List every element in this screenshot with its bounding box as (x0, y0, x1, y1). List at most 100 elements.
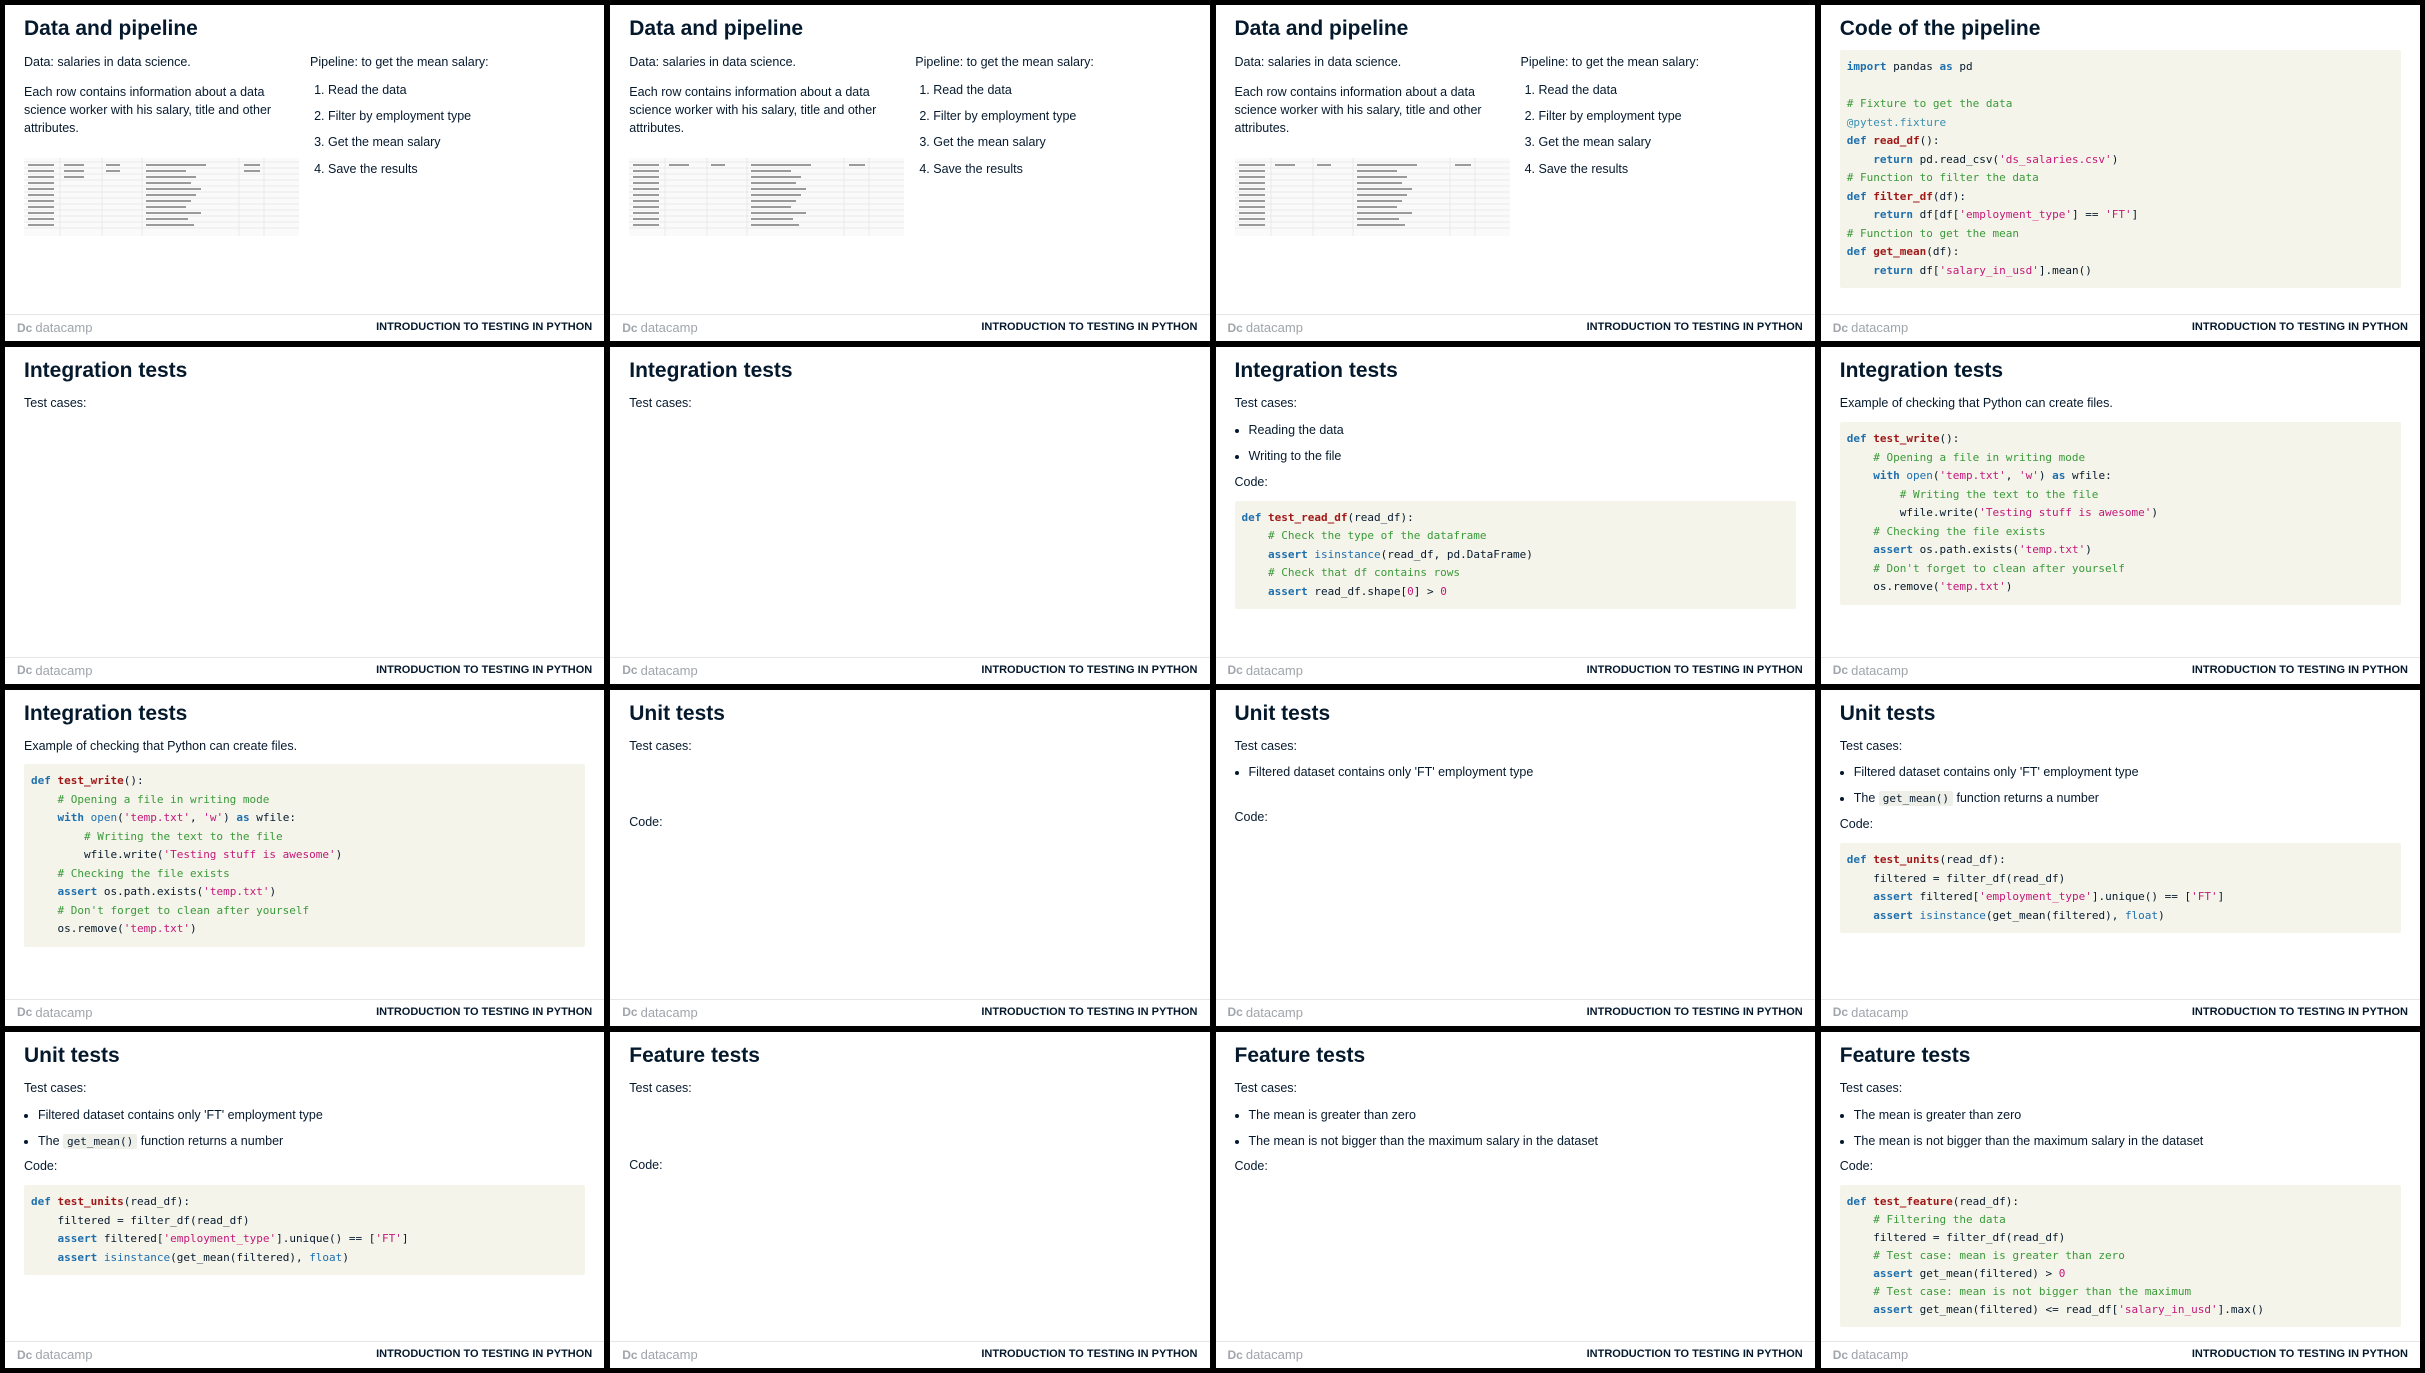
slide-integration-3[interactable]: Integration tests Test cases: Reading th… (1215, 347, 1815, 684)
slide-footer: Dc datacamp INTRODUCTION TO TESTING IN PYT… (1215, 1341, 1815, 1368)
pipeline-steps: Pipeline: to get the mean salary: Read t… (1521, 53, 1801, 186)
slide-integration-4[interactable]: Integration tests Example of checking th… (1820, 347, 2420, 684)
slide-title: Integration tests (1839, 359, 2004, 383)
test-case-item: The get_mean() function returns a number (38, 1133, 585, 1150)
data-table-thumbnail (1234, 157, 1510, 236)
pipeline-code-block: import pandas as pd # Fixture to get the… (1839, 50, 2401, 288)
datacamp-logo: Dc datacamp (622, 320, 698, 336)
slide-data-pipeline-2[interactable]: Data and pipeline Data: salaries in data… (610, 5, 1210, 342)
slide-footer: Dc datacamp INTRODUCTION TO TESTING IN PYT… (5, 1341, 605, 1368)
write-test-code: def test_write(): # Opening a file in wr… (24, 764, 586, 947)
slide-feature-3[interactable]: Feature tests Test cases: The mean is gr… (1820, 1031, 2420, 1368)
course-title: INTRODUCTION TO TESTING IN PYTHON (1586, 321, 1803, 334)
slide-unit-2[interactable]: Unit tests Test cases: Filtered dataset … (1215, 689, 1815, 1026)
test-case-item: Filtered dataset contains only 'FT' empl… (1854, 764, 2401, 781)
test-cases-label: Test cases: (1234, 396, 1298, 411)
slide-body: Test cases: Filtered dataset contains on… (1235, 738, 1796, 837)
data-row-description: Each row contains information about a da… (629, 85, 877, 136)
test-cases-label: Test cases: (1234, 738, 1298, 753)
course-title: INTRODUCTION TO TESTING IN PYTHON (376, 663, 593, 676)
course-title: INTRODUCTION TO TESTING IN PYTHON (981, 1348, 1198, 1360)
course-title: INTRODUCTION TO TESTING IN PYTHON (981, 321, 1198, 334)
data-line: Data: salaries in data science. (629, 55, 797, 69)
datacamp-logo: Dc datacamp (1832, 1347, 1909, 1362)
code-label: Code: (1234, 810, 1268, 825)
slide-unit-1[interactable]: Unit tests Test cases: Code: Dc datacamp I… (610, 689, 1210, 1026)
test-cases-label: Test cases: (629, 1080, 692, 1095)
pipeline-step: Filter by employment type (933, 107, 1195, 125)
data-row-description: Each row contains information about a da… (24, 85, 272, 136)
slide-grid: Data and pipeline Data: salaries in data… (0, 0, 2425, 1373)
slide-code-pipeline[interactable]: Code of the pipeline import pandas as pd… (1820, 5, 2420, 342)
feature-test-code: def test_feature(read_df): # Filtering t… (1839, 1185, 2401, 1328)
slide-title: Unit tests (1234, 701, 1331, 725)
slide-unit-4[interactable]: Unit tests Test cases: Filtered dataset … (5, 1031, 605, 1368)
slide-unit-3[interactable]: Unit tests Test cases: Filtered dataset … (1820, 689, 2420, 1026)
pipeline-heading: Pipeline: to get the mean salary: (310, 55, 489, 69)
slide-data-pipeline-3[interactable]: Data and pipeline Data: salaries in data… (1215, 5, 1815, 342)
slide-integration-5[interactable]: Integration tests Example of checking th… (5, 689, 605, 1026)
slide-footer: Dc datacamp INTRODUCTION TO TESTING IN PYT… (1820, 998, 2420, 1026)
course-title: INTRODUCTION TO TESTING IN PYTHON (1586, 1348, 1803, 1360)
course-title: INTRODUCTION TO TESTING IN PYTHON (2191, 1348, 2408, 1360)
course-title: INTRODUCTION TO TESTING IN PYTHON (981, 663, 1198, 676)
pipeline-step: Read the data (933, 81, 1195, 99)
pipeline-steps: Pipeline: to get the mean salary: Read t… (915, 53, 1195, 186)
slide-integration-1[interactable]: Integration tests Test cases: Dc datacamp… (5, 347, 605, 684)
datacamp-logo: Dc datacamp (1832, 662, 1909, 678)
slide-data-pipeline-1[interactable]: Data and pipeline Data: salaries in data… (5, 5, 605, 342)
code-label: Code: (24, 1159, 58, 1174)
slide-body: Example of checking that Python can crea… (1839, 395, 2401, 605)
datacamp-logo: Dc datacamp (17, 662, 93, 678)
data-table-thumbnail (24, 157, 299, 236)
slide-footer: Dc datacamp INTRODUCTION TO TESTING IN PYT… (610, 314, 1210, 341)
slide-body: Test cases: The mean is greater than zer… (1235, 1080, 1796, 1186)
slide-title: Data and pipeline (1234, 17, 1409, 40)
pipeline-step: Get the mean salary (933, 133, 1195, 151)
test-cases-label: Test cases: (629, 396, 692, 411)
pipeline-step: Filter by employment type (1539, 107, 1801, 125)
slide-footer: Dc datacamp INTRODUCTION TO TESTING IN PYT… (1820, 314, 2420, 341)
datacamp-logo: Dc datacamp (622, 1004, 698, 1020)
data-description: Data: salaries in data science. Each row… (24, 53, 304, 241)
pipeline-steps: Pipeline: to get the mean salary: Read t… (310, 53, 590, 186)
pipeline-step: Filter by employment type (328, 107, 590, 125)
datacamp-logo: Dc datacamp (17, 1347, 93, 1362)
slide-title: Integration tests (629, 359, 793, 383)
slide-feature-2[interactable]: Feature tests Test cases: The mean is gr… (1215, 1031, 1815, 1368)
slide-footer: Dc datacamp INTRODUCTION TO TESTING IN PYT… (5, 998, 605, 1026)
test-cases-label: Test cases: (1234, 1080, 1298, 1095)
pipeline-heading: Pipeline: to get the mean salary: (915, 55, 1094, 69)
pipeline-step: Get the mean salary (328, 133, 590, 151)
test-case-item: Filtered dataset contains only 'FT' empl… (38, 1107, 585, 1124)
test-case-item: Writing to the file (1249, 448, 1796, 465)
slide-title: Integration tests (1234, 359, 1398, 383)
datacamp-logo: Dc datacamp (1227, 320, 1303, 336)
slide-footer: Dc datacamp INTRODUCTION TO TESTING IN PYT… (610, 998, 1210, 1026)
data-description: Data: salaries in data science. Each row… (1234, 53, 1515, 241)
slide-title: Code of the pipeline (1839, 17, 2041, 40)
course-title: INTRODUCTION TO TESTING IN PYTHON (2191, 1005, 2408, 1018)
datacamp-logo: Dc datacamp (1227, 662, 1303, 678)
slide-footer: Dc datacamp INTRODUCTION TO TESTING IN PYT… (1215, 314, 1815, 341)
data-line: Data: salaries in data science. (24, 55, 191, 69)
test-case-item: Filtered dataset contains only 'FT' empl… (1249, 764, 1796, 781)
code-label: Code: (629, 815, 663, 830)
slide-body: Test cases: (629, 395, 1190, 422)
unit-test-code: def test_units(read_df): filtered = filt… (1839, 843, 2401, 933)
code-label: Code: (1839, 1159, 1874, 1174)
test-cases-label: Test cases: (24, 396, 87, 411)
course-title: INTRODUCTION TO TESTING IN PYTHON (1586, 663, 1803, 676)
datacamp-logo: Dc datacamp (622, 662, 698, 678)
slide-title: Unit tests (629, 701, 725, 725)
slide-integration-2[interactable]: Integration tests Test cases: Dc datacamp… (610, 347, 1210, 684)
slide-footer: Dc datacamp INTRODUCTION TO TESTING IN PYT… (5, 656, 605, 684)
course-title: INTRODUCTION TO TESTING IN PYTHON (376, 1348, 593, 1360)
slide-body: Test cases: Filtered dataset contains on… (24, 1080, 586, 1276)
slide-feature-1[interactable]: Feature tests Test cases: Code: Dc dataca… (610, 1031, 1210, 1368)
slide-footer: Dc datacamp INTRODUCTION TO TESTING IN PYT… (1215, 998, 1815, 1026)
test-cases-label: Test cases: (24, 1080, 87, 1095)
write-test-code: def test_write(): # Opening a file in wr… (1839, 422, 2401, 605)
datacamp-logo: Dc datacamp (17, 1004, 93, 1020)
datacamp-logo: Dc datacamp (1832, 1004, 1909, 1020)
